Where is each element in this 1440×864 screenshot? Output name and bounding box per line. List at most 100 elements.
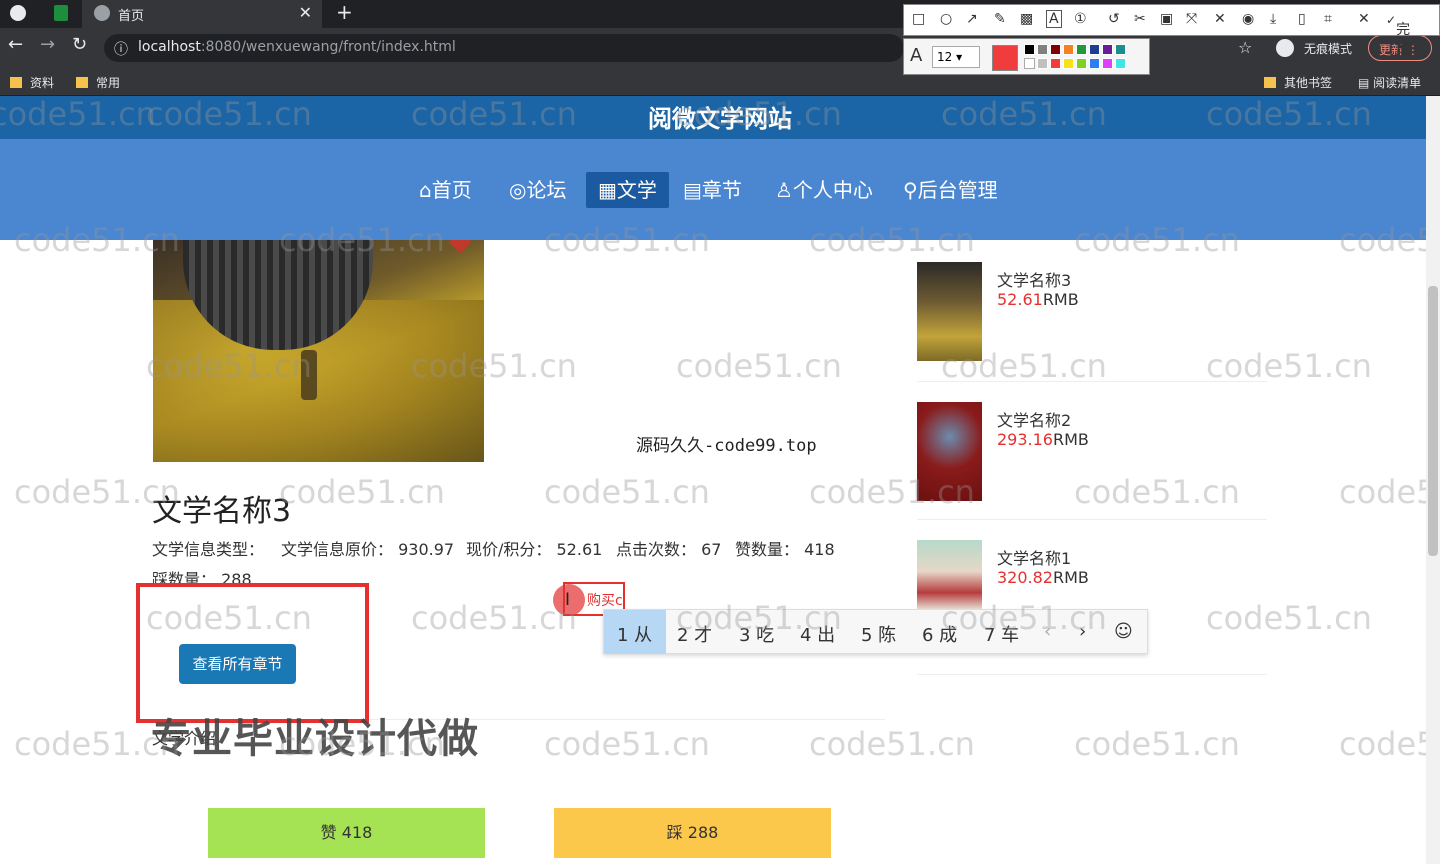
- font-icon: A: [910, 45, 923, 66]
- browser-menu-icon[interactable]: [10, 5, 26, 21]
- download-icon[interactable]: ⤓: [1270, 11, 1276, 27]
- likes-label: 赞数量：: [735, 540, 800, 559]
- clicks-value: 67: [701, 540, 722, 559]
- bookmarks-bar: 资料 常用 其他书签 ▤ 阅读清单: [0, 68, 1440, 96]
- color-swatch[interactable]: [1102, 44, 1113, 55]
- save-icon[interactable]: ⌗: [1324, 11, 1332, 27]
- sidebar-book-price: 52.61RMB: [997, 290, 1079, 309]
- pin-icon[interactable]: ✕: [1214, 11, 1226, 27]
- watermark-text: code51.cn: [1074, 221, 1240, 259]
- pen-icon[interactable]: ✎: [994, 11, 1006, 27]
- watermark-text: code51.cn: [676, 347, 842, 385]
- record-icon[interactable]: ◉: [1242, 11, 1254, 27]
- book-orig-price: 文学信息原价： 930.97: [281, 536, 454, 560]
- color-swatch[interactable]: [1115, 44, 1126, 55]
- current-color[interactable]: [992, 45, 1018, 71]
- bookmark-label: 其他书签: [1284, 76, 1333, 90]
- price-number: 293.16: [997, 430, 1053, 449]
- nav-literature[interactable]: ▦文学: [586, 172, 669, 208]
- profile-label[interactable]: 无痕模式: [1304, 40, 1352, 57]
- watermark-text: code51.cn: [941, 599, 1107, 637]
- translate-icon[interactable]: ▣: [1160, 11, 1173, 27]
- url-host: localhost: [138, 39, 201, 55]
- sidebar-book-price: 293.16RMB: [997, 430, 1089, 449]
- price-unit: RMB: [1052, 568, 1089, 587]
- bookmark-folder-2[interactable]: 常用: [76, 74, 120, 91]
- screenshot-properties: A 12 ▾: [903, 38, 1150, 75]
- color-swatch[interactable]: [1037, 44, 1048, 55]
- nav-user-center[interactable]: ♙个人中心: [763, 172, 885, 208]
- text-icon[interactable]: A: [1046, 10, 1062, 28]
- watermark-text: code51.cn: [14, 473, 180, 511]
- color-swatch[interactable]: [1076, 44, 1087, 55]
- browser-tab[interactable]: 首页 ✕: [82, 0, 322, 28]
- other-bookmarks[interactable]: 其他书签: [1264, 74, 1332, 91]
- mosaic-icon[interactable]: ▩: [1020, 11, 1033, 27]
- color-swatch[interactable]: [1024, 58, 1035, 69]
- reading-list[interactable]: ▤ 阅读清单: [1358, 74, 1421, 91]
- watermark-text: code51.cn: [1206, 347, 1372, 385]
- color-swatch[interactable]: [1024, 44, 1035, 55]
- sheets-icon[interactable]: [54, 5, 68, 21]
- watermark-text: code51.cn: [14, 725, 180, 763]
- folder-icon: [76, 77, 88, 88]
- info-icon[interactable]: ⓘ: [114, 39, 128, 59]
- nav-home[interactable]: ⌂首页: [407, 172, 484, 208]
- close-tab-icon[interactable]: ✕: [299, 3, 312, 22]
- color-swatch[interactable]: [1050, 58, 1061, 69]
- watermark-text: code51.cn: [1206, 95, 1372, 133]
- color-swatch[interactable]: [1063, 44, 1074, 55]
- done-button[interactable]: ✓ 完成: [1386, 13, 1410, 58]
- watermark-text: code51.cn: [941, 95, 1107, 133]
- color-swatch[interactable]: [1089, 44, 1100, 55]
- scissors-icon[interactable]: ✂: [1134, 11, 1146, 27]
- watermark-text: code51.cn: [411, 599, 577, 637]
- price-number: 52.61: [997, 290, 1043, 309]
- dislike-button[interactable]: 踩 288: [554, 808, 831, 858]
- undo-icon[interactable]: ↺: [1108, 11, 1120, 27]
- color-swatch[interactable]: [1037, 58, 1048, 69]
- page-scrollbar[interactable]: [1426, 96, 1440, 864]
- ime-candidate[interactable]: 1 从: [617, 621, 652, 647]
- color-swatch[interactable]: [1063, 58, 1074, 69]
- fullscreen-icon[interactable]: ⤧: [1186, 11, 1197, 27]
- bookmark-label: 常用: [96, 76, 121, 90]
- arrow-icon[interactable]: ↗: [966, 11, 978, 27]
- nav-chapters[interactable]: ▤章节: [671, 172, 754, 208]
- mobile-icon[interactable]: ▯: [1298, 11, 1306, 27]
- ellipse-icon[interactable]: ○: [940, 11, 952, 27]
- font-size-select[interactable]: 12 ▾: [932, 46, 980, 68]
- color-swatch[interactable]: [1115, 58, 1126, 69]
- sidebar-book-name: 文学名称3: [997, 271, 1072, 290]
- forward-icon[interactable]: →: [40, 34, 55, 55]
- nav-forum[interactable]: ◎论坛: [497, 172, 578, 208]
- color-swatch[interactable]: [1050, 44, 1061, 55]
- scrollbar-thumb[interactable]: [1428, 286, 1438, 556]
- new-tab-button[interactable]: +: [336, 0, 353, 24]
- reload-icon[interactable]: ↻: [72, 34, 87, 55]
- folder-icon: [1264, 77, 1276, 88]
- back-icon[interactable]: ←: [8, 34, 23, 55]
- watermark-text: code51.cn: [411, 347, 577, 385]
- watermark-text: code51.cn: [0, 95, 156, 133]
- bookmark-label: 阅读清单: [1373, 76, 1422, 90]
- nav-admin[interactable]: ⚲后台管理: [891, 172, 1010, 208]
- color-swatch[interactable]: [1102, 58, 1113, 69]
- buy-text: 购买c: [587, 593, 623, 609]
- like-button[interactable]: 赞 418: [208, 808, 485, 858]
- cancel-icon[interactable]: ✕: [1358, 11, 1370, 27]
- watermark-text: code51.cn: [411, 95, 577, 133]
- bookmark-folder-1[interactable]: 资料: [10, 74, 54, 91]
- color-swatch[interactable]: [1076, 58, 1087, 69]
- watermark-text: code51.cn: [809, 725, 975, 763]
- sidebar-book-price: 320.82RMB: [997, 568, 1089, 587]
- watermark-text: code51.cn: [14, 221, 180, 259]
- watermark-text: code51.cn: [279, 725, 445, 763]
- url-field[interactable]: ⓘ localhost:8080/wenxuewang/front/index.…: [104, 34, 904, 62]
- ime-candidate[interactable]: 5 陈: [861, 621, 896, 647]
- rectangle-icon[interactable]: □: [912, 11, 925, 27]
- number-icon[interactable]: ①: [1074, 11, 1087, 27]
- color-swatch[interactable]: [1089, 58, 1100, 69]
- bookmark-star-icon[interactable]: ☆: [1238, 38, 1252, 57]
- done-label: 完成: [1396, 22, 1411, 58]
